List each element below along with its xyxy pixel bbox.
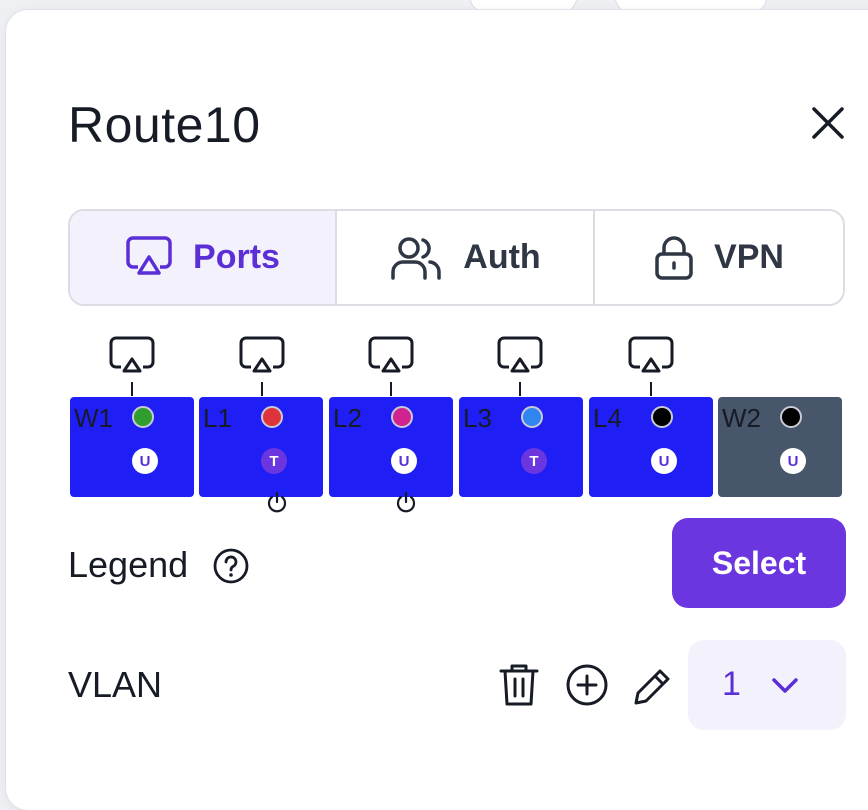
port-connector [650, 382, 652, 396]
port-connector [390, 382, 392, 396]
vlan-value: 1 [722, 665, 741, 703]
port-vlan-badge: U [391, 448, 417, 474]
port-vlan-badge: T [521, 448, 547, 474]
port-status-dot [521, 406, 543, 428]
close-icon[interactable] [806, 101, 850, 145]
chevron-down-icon [772, 678, 798, 693]
lock-icon [655, 235, 693, 280]
tab-ports[interactable]: Ports [70, 211, 335, 304]
edit-icon[interactable] [630, 661, 674, 709]
users-icon [391, 236, 442, 280]
port-vlan-badge: U [132, 448, 158, 474]
port-label: W1 [74, 403, 113, 433]
tab-label: VPN [714, 238, 784, 276]
port-label: W2 [722, 403, 761, 433]
port-status-dot [261, 406, 283, 428]
port-status-dot [132, 406, 154, 428]
uplink-icon [497, 336, 543, 373]
port-label: L4 [593, 403, 622, 433]
port-label: L1 [203, 403, 232, 433]
tab-label: Ports [193, 238, 280, 276]
port-label: L2 [333, 403, 362, 433]
port-connector [131, 382, 133, 396]
port-connector [261, 382, 263, 396]
port-w1[interactable]: W1 U [70, 397, 194, 497]
power-icon [267, 491, 287, 513]
port-status-dot [780, 406, 802, 428]
port-status-dot [651, 406, 673, 428]
select-button[interactable]: Select [672, 518, 846, 608]
vlan-label: VLAN [68, 664, 163, 705]
port-l4[interactable]: L4 U [589, 397, 713, 497]
tab-vpn[interactable]: VPN [593, 211, 843, 304]
port-w2[interactable]: W2 U [718, 397, 842, 497]
port-l3[interactable]: L3 T [459, 397, 583, 497]
power-icon [396, 491, 416, 513]
port-l1[interactable]: L1 T [199, 397, 323, 497]
tab-auth[interactable]: Auth [335, 211, 593, 304]
vlan-select[interactable]: 1 [688, 640, 846, 730]
uplink-icon [239, 336, 285, 373]
port-label: L3 [463, 403, 492, 433]
port-vlan-badge: T [261, 448, 287, 474]
port-vlan-badge: U [651, 448, 677, 474]
help-icon[interactable] [212, 547, 250, 585]
port-connector [519, 382, 521, 396]
port-vlan-badge: U [780, 448, 806, 474]
page-title: Route10 [68, 97, 261, 153]
port-status-dot [391, 406, 413, 428]
legend-label: Legend [68, 544, 189, 585]
add-icon[interactable] [565, 661, 609, 709]
port-l2[interactable]: L2 U [329, 397, 453, 497]
uplink-icon [109, 336, 155, 373]
uplink-icon [368, 336, 414, 373]
uplink-icon [628, 336, 674, 373]
tab-label: Auth [463, 238, 541, 276]
tab-bar: Ports Auth VPN [68, 209, 845, 306]
ports-icon [126, 235, 172, 275]
trash-icon[interactable] [497, 661, 541, 709]
